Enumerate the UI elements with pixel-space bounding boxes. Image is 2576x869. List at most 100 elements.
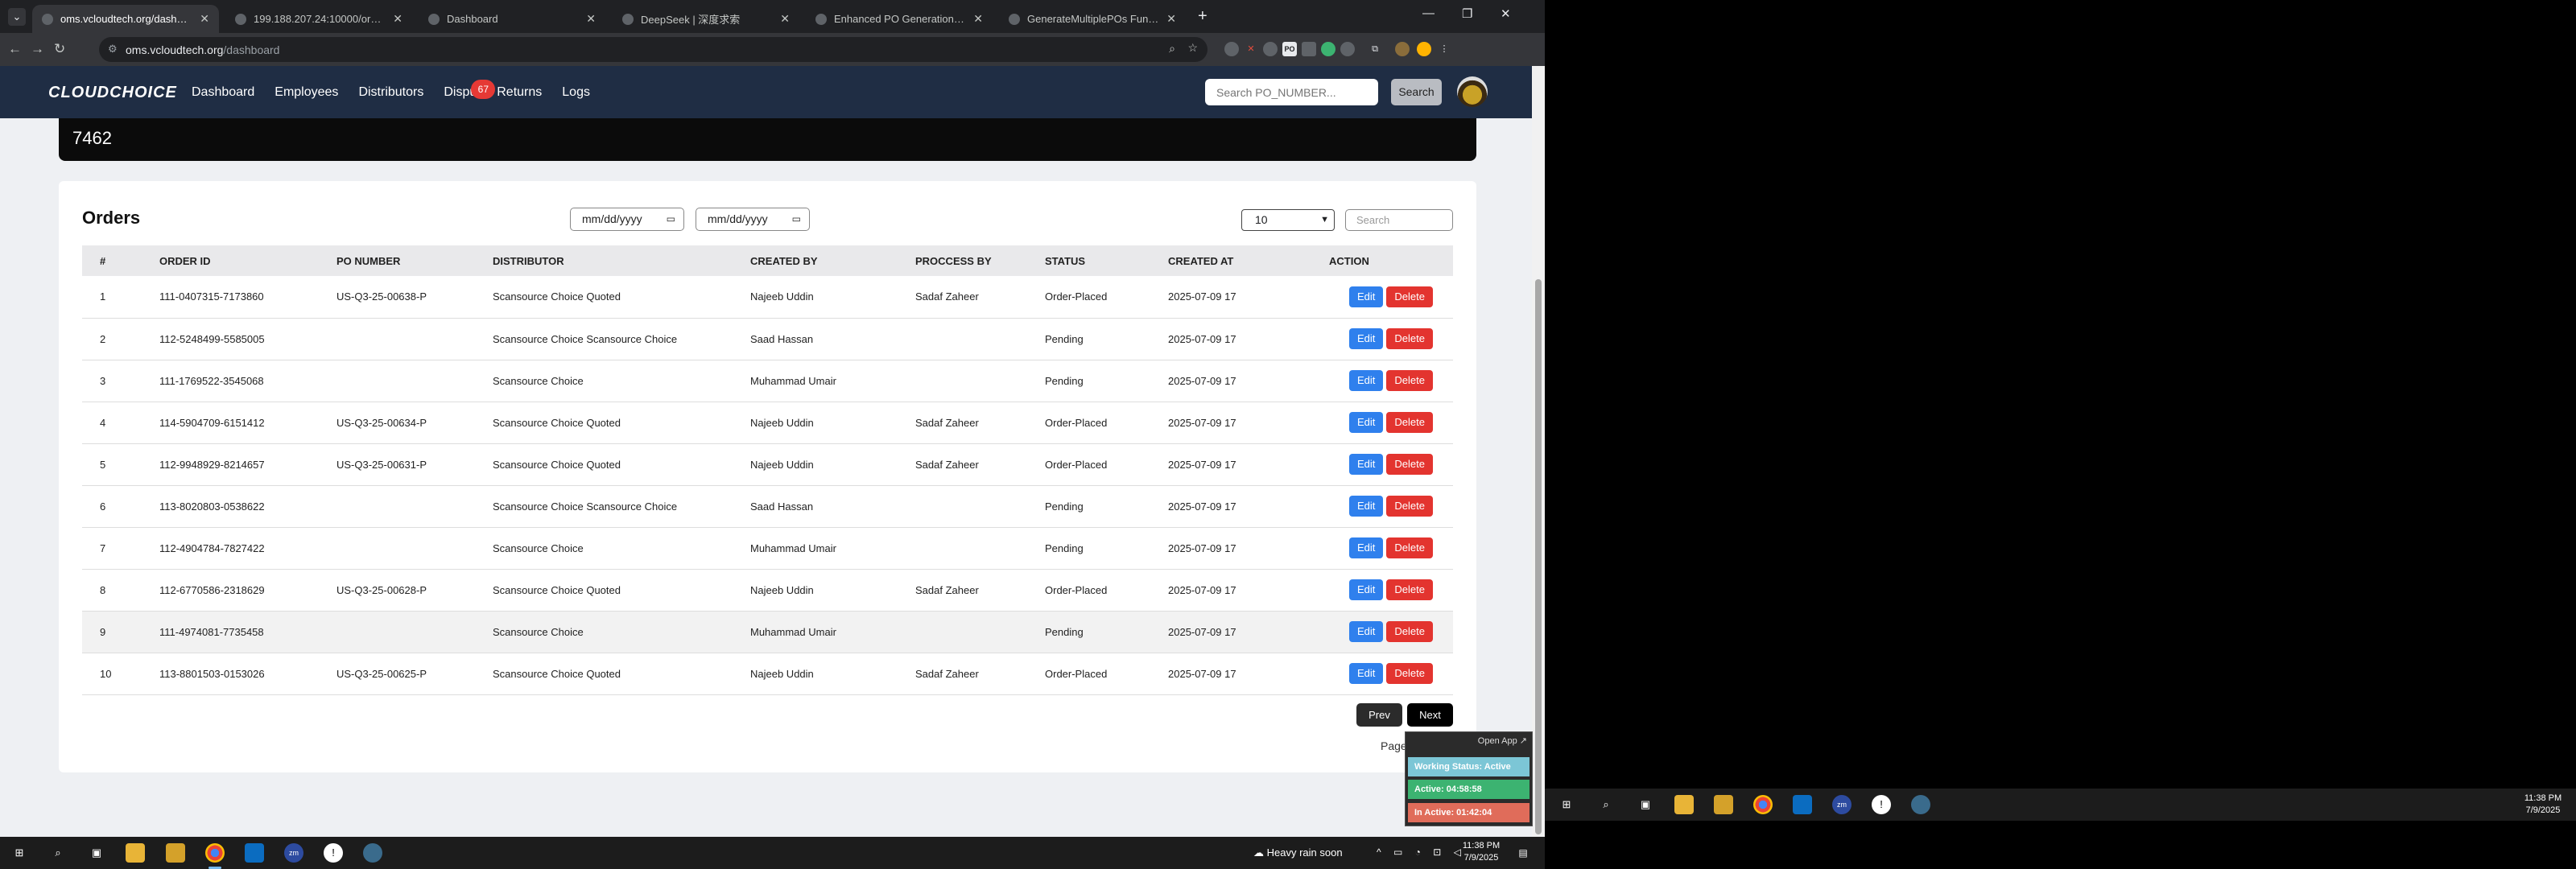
- column-header[interactable]: CREATED AT: [1168, 245, 1329, 276]
- delete-button[interactable]: Delete: [1386, 621, 1433, 642]
- tab-close-icon[interactable]: ✕: [200, 12, 209, 26]
- table-row[interactable]: 5 112-9948929-8214657 US-Q3-25-00631-P Scan…: [82, 443, 1453, 485]
- delete-button[interactable]: Delete: [1386, 286, 1433, 307]
- windows-start-icon[interactable]: ⊞: [1557, 795, 1576, 814]
- file-explorer-icon[interactable]: [126, 843, 145, 863]
- browser-tab[interactable]: DeepSeek | 深度求索 ✕: [613, 5, 799, 33]
- extension-icon[interactable]: [1263, 42, 1278, 56]
- delete-button[interactable]: Delete: [1386, 454, 1433, 475]
- edit-button[interactable]: Edit: [1349, 454, 1384, 475]
- column-header[interactable]: ORDER ID: [159, 245, 336, 276]
- table-row[interactable]: 7 112-4904784-7827422 Scansource Choice Muh…: [82, 527, 1453, 569]
- tab-close-icon[interactable]: ✕: [780, 12, 790, 26]
- column-header[interactable]: STATUS: [1045, 245, 1168, 276]
- app-icon[interactable]: !: [324, 843, 343, 863]
- browser-tab[interactable]: Dashboard ✕: [419, 5, 605, 33]
- nav-distributors[interactable]: Distributors: [358, 85, 423, 100]
- address-bar[interactable]: ⚙ oms.vcloudtech.org/dashboard ⌕ ☆: [99, 37, 1208, 62]
- edit-button[interactable]: Edit: [1349, 412, 1384, 433]
- app-icon[interactable]: [363, 843, 382, 863]
- vscode-icon[interactable]: [1793, 795, 1812, 814]
- edit-button[interactable]: Edit: [1349, 663, 1384, 684]
- table-row[interactable]: 1 111-0407315-7173860 US-Q3-25-00638-P Scan…: [82, 276, 1453, 318]
- table-row[interactable]: 10 113-8801503-0153026 US-Q3-25-00625-P Sca…: [82, 653, 1453, 694]
- tab-close-icon[interactable]: ✕: [586, 12, 596, 26]
- weather-widget[interactable]: ☁ Heavy rain soon: [1253, 846, 1343, 859]
- back-icon[interactable]: ←: [8, 41, 22, 57]
- calendar-icon[interactable]: ▭: [792, 208, 801, 230]
- nav-returns[interactable]: Returns: [497, 85, 542, 100]
- delete-button[interactable]: Delete: [1386, 328, 1433, 349]
- table-row[interactable]: 6 113-8020803-0538622 Scansource Choice Sc…: [82, 485, 1453, 527]
- extension-icon[interactable]: [1302, 42, 1316, 56]
- edit-button[interactable]: Edit: [1349, 286, 1384, 307]
- nav-disputes[interactable]: Dispu 67: [444, 80, 496, 100]
- new-tab-icon[interactable]: +: [1198, 7, 1208, 26]
- browser-tab[interactable]: GenerateMultiplePOs Function ✕: [999, 5, 1186, 33]
- delete-button[interactable]: Delete: [1386, 370, 1433, 391]
- calendar-icon[interactable]: ▭: [667, 208, 675, 230]
- column-header[interactable]: PO NUMBER: [336, 245, 493, 276]
- scrollbar-thumb[interactable]: [1535, 279, 1542, 834]
- browser-tab[interactable]: Enhanced PO Generation for M ✕: [806, 5, 993, 33]
- app-icon[interactable]: !: [1872, 795, 1891, 814]
- search-icon[interactable]: ⌕: [48, 843, 68, 863]
- store-icon[interactable]: [1714, 795, 1733, 814]
- extensions-puzzle-icon[interactable]: ⧉: [1368, 42, 1382, 56]
- edit-button[interactable]: Edit: [1349, 370, 1384, 391]
- edit-button[interactable]: Edit: [1349, 328, 1384, 349]
- delete-button[interactable]: Delete: [1386, 537, 1433, 558]
- nav-employees[interactable]: Employees: [275, 85, 338, 100]
- vscode-icon[interactable]: [245, 843, 264, 863]
- edit-button[interactable]: Edit: [1349, 579, 1384, 600]
- tab-search-icon[interactable]: ⌄: [8, 8, 26, 26]
- site-logo[interactable]: CLOUDCHOICE: [48, 84, 177, 102]
- page-size-select[interactable]: 10 ▼: [1241, 209, 1335, 231]
- edit-button[interactable]: Edit: [1349, 621, 1384, 642]
- column-header[interactable]: PROCCESS BY: [915, 245, 1045, 276]
- table-row[interactable]: 3 111-1769522-3545068 Scansource Choice Muh…: [82, 360, 1453, 402]
- site-info-icon[interactable]: ⚙: [108, 43, 118, 56]
- notification-icon[interactable]: ▤: [1513, 843, 1533, 863]
- po-search-button[interactable]: Search: [1391, 79, 1442, 105]
- windows-start-icon[interactable]: ⊞: [10, 843, 29, 863]
- extension-icon[interactable]: [1417, 42, 1431, 56]
- edit-button[interactable]: Edit: [1349, 537, 1384, 558]
- delete-button[interactable]: Delete: [1386, 663, 1433, 684]
- next-page-button[interactable]: Next: [1407, 703, 1453, 727]
- zoom-app-icon[interactable]: zm: [1832, 795, 1852, 814]
- po-number-search-input[interactable]: [1205, 79, 1378, 105]
- nav-logs[interactable]: Logs: [562, 85, 590, 100]
- page-scrollbar[interactable]: [1532, 66, 1545, 837]
- file-explorer-icon[interactable]: [1674, 795, 1694, 814]
- minimize-icon[interactable]: —: [1422, 6, 1435, 20]
- table-row[interactable]: 9 111-4974081-7735458 Scansource Choice Muh…: [82, 611, 1453, 653]
- column-header[interactable]: CREATED BY: [750, 245, 915, 276]
- user-avatar[interactable]: [1457, 76, 1488, 107]
- extension-icon[interactable]: [1340, 42, 1355, 56]
- task-view-icon[interactable]: ▣: [1636, 795, 1655, 814]
- delete-button[interactable]: Delete: [1386, 412, 1433, 433]
- chrome-icon[interactable]: [1753, 795, 1773, 814]
- system-tray[interactable]: ^ ▭ ◔ ⊡ ◁: [1377, 846, 1466, 858]
- table-row[interactable]: 4 114-5904709-6151412 US-Q3-25-00634-P Scan…: [82, 402, 1453, 443]
- task-view-icon[interactable]: ▣: [87, 843, 106, 863]
- browser-tab[interactable]: 199.188.207.24:10000/orders/9 ✕: [225, 5, 412, 33]
- secondary-clock[interactable]: 11:38 PM 7/9/2025: [2519, 793, 2567, 817]
- table-row[interactable]: 8 112-6770586-2318629 US-Q3-25-00628-P Scan…: [82, 569, 1453, 611]
- date-from-input[interactable]: mm/dd/yyyy ▭: [570, 208, 684, 231]
- restore-icon[interactable]: ❐: [1462, 6, 1472, 21]
- reload-icon[interactable]: ↻: [54, 41, 65, 57]
- taskbar-clock[interactable]: 11:38 PM 7/9/2025: [1457, 840, 1505, 864]
- extension-icon[interactable]: PO: [1282, 42, 1297, 56]
- delete-button[interactable]: Delete: [1386, 579, 1433, 600]
- tab-close-icon[interactable]: ✕: [973, 12, 983, 26]
- zoom-app-icon[interactable]: zm: [284, 843, 303, 863]
- tab-close-icon[interactable]: ✕: [393, 12, 402, 26]
- app-icon[interactable]: [1911, 795, 1930, 814]
- close-window-icon[interactable]: ✕: [1501, 6, 1511, 21]
- extension-icon[interactable]: [1321, 42, 1335, 56]
- column-header[interactable]: #: [82, 245, 159, 276]
- extension-icon[interactable]: [1224, 42, 1239, 56]
- table-search-input[interactable]: Search: [1345, 209, 1453, 231]
